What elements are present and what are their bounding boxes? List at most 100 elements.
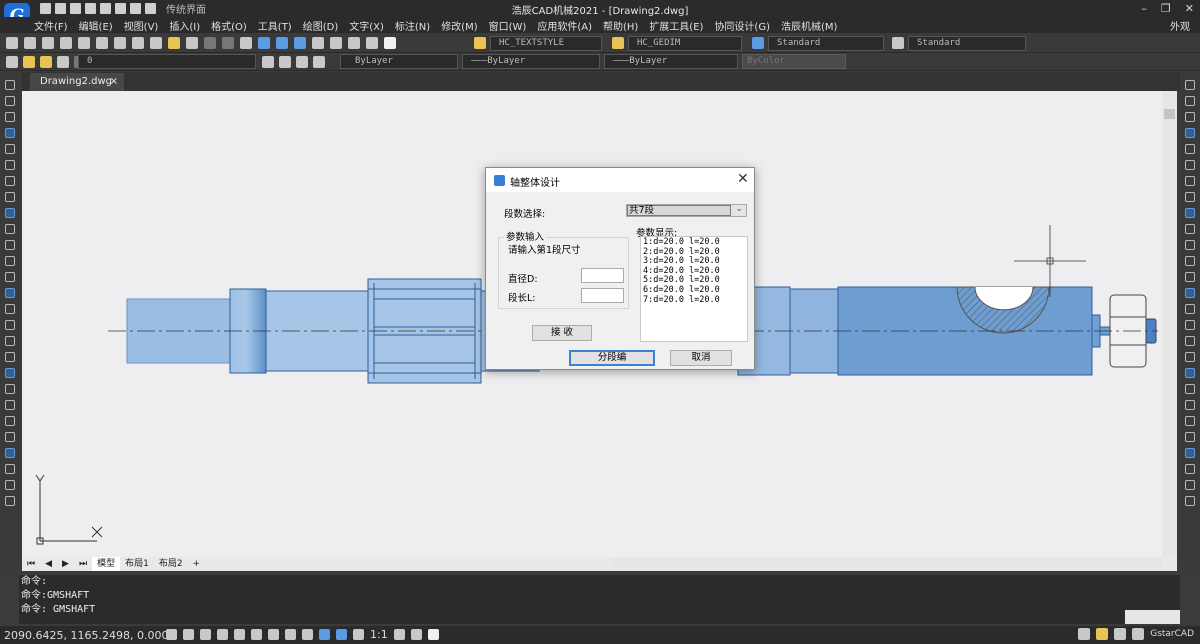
layout-tab[interactable]: 布局2 bbox=[154, 557, 188, 571]
grid-icon[interactable] bbox=[166, 629, 177, 640]
param-row[interactable]: 7:d=20.0 l=20.0 bbox=[643, 295, 745, 306]
modify-tool-icon[interactable] bbox=[1185, 208, 1195, 218]
menu-item[interactable]: 帮助(H) bbox=[603, 18, 638, 33]
block-icon[interactable] bbox=[186, 37, 198, 49]
modify-tool-icon[interactable] bbox=[1185, 96, 1195, 106]
draw-tool-icon[interactable] bbox=[4, 128, 15, 138]
layer-manager-icon[interactable] bbox=[6, 56, 18, 68]
properties-icon[interactable] bbox=[312, 37, 324, 49]
draw-tool-icon[interactable] bbox=[4, 304, 15, 314]
modify-tool-icon[interactable] bbox=[1185, 128, 1195, 138]
workspace-switch-icon[interactable] bbox=[393, 629, 405, 640]
menu-item[interactable]: 修改(M) bbox=[441, 18, 477, 33]
draw-tool-icon[interactable] bbox=[4, 272, 15, 282]
scroll-thumb[interactable] bbox=[1164, 109, 1175, 119]
layer-thaw-icon[interactable] bbox=[40, 56, 52, 68]
save-icon[interactable] bbox=[42, 37, 54, 49]
modify-tool-icon[interactable] bbox=[1185, 160, 1195, 170]
tool-palette-icon[interactable] bbox=[348, 37, 360, 49]
draw-tool-icon[interactable] bbox=[4, 112, 15, 122]
multileader-style-select[interactable]: Standard bbox=[908, 36, 1026, 51]
horizontal-scrollbar[interactable] bbox=[612, 557, 1162, 571]
zoom-window-icon[interactable] bbox=[276, 37, 288, 49]
lineweight-select[interactable]: ———ByLayer bbox=[604, 54, 738, 69]
layout-tab[interactable]: 布局1 bbox=[120, 557, 154, 571]
transparency-icon[interactable] bbox=[319, 629, 330, 640]
close-window-button[interactable]: ✕ bbox=[1185, 2, 1194, 15]
menu-item[interactable]: 格式(O) bbox=[211, 18, 247, 33]
annotation-scale[interactable]: 1:1 bbox=[370, 628, 388, 641]
layout-tab[interactable]: 模型 bbox=[92, 557, 121, 571]
draw-tool-icon[interactable] bbox=[4, 368, 15, 378]
draw-tool-icon[interactable] bbox=[4, 448, 15, 458]
menu-item[interactable]: 扩展工具(E) bbox=[649, 18, 703, 33]
menu-item[interactable]: 绘图(D) bbox=[303, 18, 339, 33]
calculator-icon[interactable] bbox=[366, 37, 378, 49]
menu-item[interactable]: 协同设计(G) bbox=[714, 18, 770, 33]
cancel-button[interactable]: 取消 bbox=[670, 350, 732, 366]
command-line[interactable]: 命令: 命令:GMSHAFT 命令: GMSHAFT bbox=[19, 575, 1180, 624]
menu-item[interactable]: 窗口(W) bbox=[489, 18, 527, 33]
menu-item[interactable]: 视图(V) bbox=[124, 18, 159, 33]
menu-item[interactable]: 文件(F) bbox=[34, 18, 68, 33]
modify-tool-icon[interactable] bbox=[1185, 144, 1195, 154]
otrack-icon[interactable] bbox=[251, 629, 262, 640]
design-center-icon[interactable] bbox=[330, 37, 342, 49]
clean-screen-icon[interactable] bbox=[427, 629, 439, 640]
appearance-menu[interactable]: 外观 bbox=[1170, 18, 1190, 33]
zoom-previous-icon[interactable] bbox=[294, 37, 306, 49]
layer-select[interactable]: 0 bbox=[78, 54, 256, 69]
modify-tool-icon[interactable] bbox=[1185, 432, 1195, 442]
segments-select[interactable]: 共7段 ⌄ bbox=[626, 204, 747, 217]
linetype-select[interactable]: ———ByLayer bbox=[462, 54, 600, 69]
undo-icon[interactable] bbox=[204, 37, 216, 49]
modify-tool-icon[interactable] bbox=[1185, 464, 1195, 474]
quick-properties-icon[interactable] bbox=[336, 629, 347, 640]
notification-icon[interactable] bbox=[1096, 628, 1109, 640]
draw-tool-icon[interactable] bbox=[4, 416, 15, 426]
preview-icon[interactable] bbox=[78, 37, 90, 49]
modify-tool-icon[interactable] bbox=[1185, 480, 1195, 490]
cut-icon[interactable] bbox=[114, 37, 126, 49]
ribbon-icon[interactable] bbox=[1114, 628, 1127, 640]
close-tab-icon[interactable]: × bbox=[110, 73, 118, 90]
draw-tool-icon[interactable] bbox=[4, 80, 15, 90]
print-icon[interactable] bbox=[60, 37, 72, 49]
menu-item[interactable]: 应用软件(A) bbox=[537, 18, 592, 33]
restore-button[interactable]: ❐ bbox=[1161, 2, 1171, 15]
fullscreen-icon[interactable] bbox=[1132, 628, 1145, 640]
accept-button[interactable]: 接 收 bbox=[532, 325, 592, 341]
menu-item[interactable]: 插入(I) bbox=[169, 18, 200, 33]
menu-item[interactable]: 文字(X) bbox=[349, 18, 384, 33]
table-style-select[interactable]: Standard bbox=[768, 36, 884, 51]
modify-tool-icon[interactable] bbox=[1185, 384, 1195, 394]
draw-tool-icon[interactable] bbox=[4, 192, 15, 202]
layer-previous-icon[interactable] bbox=[279, 56, 291, 68]
ducs-icon[interactable] bbox=[268, 629, 279, 640]
modify-tool-icon[interactable] bbox=[1185, 416, 1195, 426]
publish-icon[interactable] bbox=[96, 37, 108, 49]
layer-states-icon[interactable] bbox=[296, 56, 308, 68]
open-icon[interactable] bbox=[24, 37, 36, 49]
modify-tool-icon[interactable] bbox=[1185, 320, 1195, 330]
tab-prev-icon[interactable]: ◀ bbox=[40, 557, 57, 571]
draw-tool-icon[interactable] bbox=[4, 256, 15, 266]
dialog-close-icon[interactable]: ✕ bbox=[737, 171, 749, 187]
modify-tool-icon[interactable] bbox=[1185, 288, 1195, 298]
draw-tool-icon[interactable] bbox=[4, 400, 15, 410]
modify-tool-icon[interactable] bbox=[1185, 240, 1195, 250]
copy-icon[interactable] bbox=[132, 37, 144, 49]
menu-item[interactable]: 标注(N) bbox=[395, 18, 430, 33]
match-properties-icon[interactable] bbox=[168, 37, 180, 49]
modify-tool-icon[interactable] bbox=[1185, 192, 1195, 202]
command-scrollbar[interactable] bbox=[1125, 610, 1180, 624]
zoom-realtime-icon[interactable] bbox=[258, 37, 270, 49]
draw-tool-icon[interactable] bbox=[4, 208, 15, 218]
draw-tool-icon[interactable] bbox=[4, 464, 15, 474]
modify-tool-icon[interactable] bbox=[1185, 224, 1195, 234]
draw-tool-icon[interactable] bbox=[4, 96, 15, 106]
settings-icon[interactable] bbox=[1078, 628, 1091, 640]
modify-tool-icon[interactable] bbox=[1185, 112, 1195, 122]
diameter-input[interactable] bbox=[581, 268, 624, 283]
draw-tool-icon[interactable] bbox=[4, 352, 15, 362]
